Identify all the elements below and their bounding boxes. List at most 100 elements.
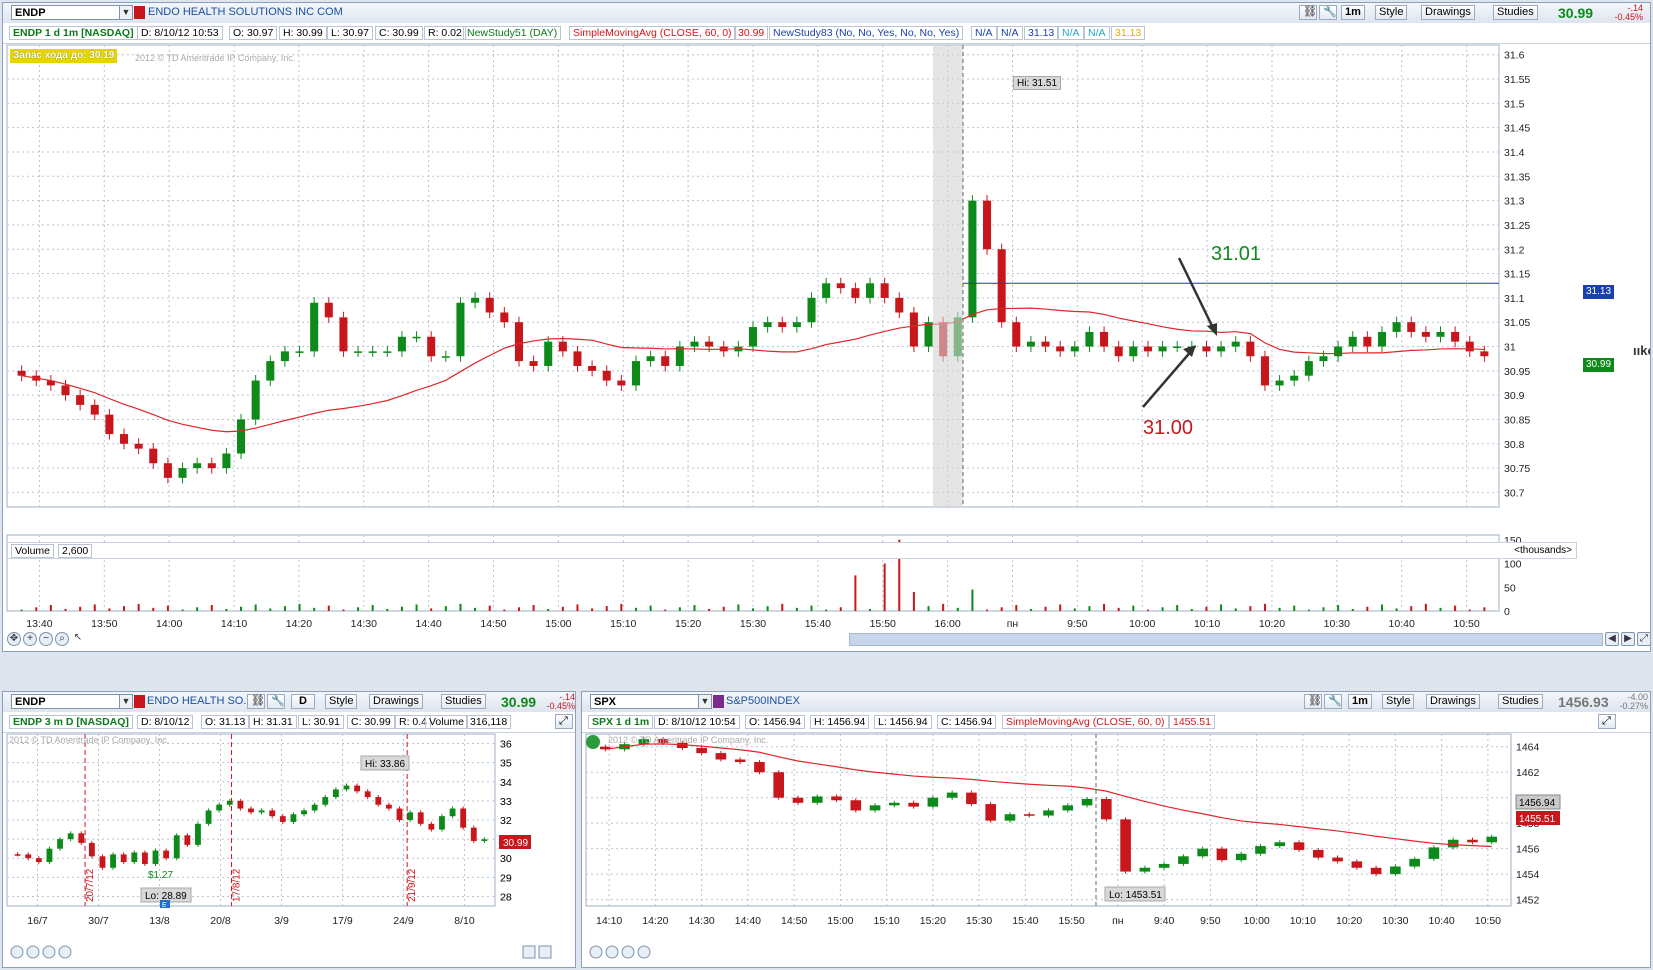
volume-bar (1146, 609, 1149, 611)
left-price-chart[interactable]: 36353433323130292816/730/713/820/83/917/… (3, 732, 576, 968)
scroll-right-icon[interactable]: ▶ (1621, 632, 1635, 646)
y-tick-label: 30.9 (1504, 390, 1525, 402)
candle-body (1348, 336, 1357, 347)
studies-button[interactable]: Studies (1493, 5, 1538, 20)
candle-body (1085, 331, 1094, 347)
left-studies-button[interactable]: Studies (441, 694, 486, 709)
zoom-out-icon[interactable]: − (39, 632, 53, 646)
cursor-icon[interactable]: ↖ (71, 632, 85, 646)
x-tick-label: 15:20 (920, 915, 946, 927)
right-studies-button[interactable]: Studies (1498, 694, 1543, 709)
interval-button[interactable]: 1m (1341, 5, 1365, 20)
right-sma-value: 1455.51 (1169, 715, 1215, 729)
expand-icon[interactable]: ⤢ (1637, 632, 1650, 646)
right-copyright-text: 2012 © TD Ameritrade IP Company, Inc. (608, 735, 769, 745)
volume-bar (1073, 608, 1076, 611)
candle-body (279, 816, 286, 822)
candle-body (1173, 346, 1182, 349)
x-tick-label: 14:40 (735, 915, 761, 927)
candle-body (131, 852, 138, 863)
volume-bar (854, 575, 857, 611)
candle-body (865, 283, 875, 298)
time-scrollbar[interactable] (849, 633, 1603, 646)
symbol-input[interactable]: ENDP (11, 5, 121, 20)
left-style-button[interactable]: Style (325, 694, 358, 709)
candle-body (544, 341, 553, 366)
right-date-cell: D: 8/10/12 10:54 (654, 715, 740, 729)
left-symbol-dropdown-icon[interactable]: ▼ (119, 694, 133, 709)
volume-bar (825, 609, 828, 611)
main-price-chart[interactable]: 31.6 31.55 31.5 31.45 31.4 31.35 31.3 31.25 31.2… (3, 43, 1651, 652)
event-date-label: 20/7/12 (85, 868, 96, 902)
right-drawings-button[interactable]: Drawings (1426, 694, 1480, 709)
volume-bar (400, 606, 403, 611)
candle-body (792, 797, 804, 803)
x-tick-label: 15:50 (1058, 915, 1084, 927)
right-chart-mode-icon[interactable]: ⤢ (1598, 714, 1616, 729)
candle-body (251, 380, 260, 420)
y-tick-label: 31.5 (1504, 98, 1525, 110)
right-interval-button[interactable]: 1m (1348, 694, 1372, 709)
candle-body (946, 792, 958, 798)
candle-body (1480, 351, 1489, 357)
volume-bar (64, 609, 67, 611)
magnifier-icon[interactable]: ⌕ (55, 632, 69, 646)
volume-bar (152, 607, 155, 611)
left-chart-mode-icon[interactable]: ⤢ (555, 714, 573, 729)
y-tick-label: 29 (500, 872, 512, 884)
right-symbol-input[interactable]: SPX (590, 694, 700, 709)
event-date-label: 17/8/12 (231, 868, 242, 902)
candle-body (1100, 331, 1109, 347)
left-symbol-input[interactable]: ENDP (11, 694, 121, 709)
right-link-icon[interactable]: ⛓ (1304, 694, 1322, 709)
zoom-in-icon (605, 945, 619, 959)
candle-body (14, 854, 21, 856)
volume-bar (474, 607, 477, 611)
zoom-out-icon (621, 945, 635, 959)
candle-body (134, 443, 143, 449)
drawings-button[interactable]: Drawings (1421, 5, 1475, 20)
left-volume-value: 316,118 (466, 715, 512, 729)
candle-body (99, 856, 106, 868)
x-tick-label: 10:30 (1324, 618, 1350, 630)
x-tick-label: 15:00 (827, 915, 853, 927)
left-interval-button[interactable]: D (291, 694, 315, 709)
scroll-left-icon[interactable]: ◀ (1605, 632, 1619, 646)
candle-body (343, 785, 350, 790)
pan-icon[interactable]: ✥ (7, 632, 21, 646)
pan-icon (589, 945, 603, 959)
annotation-3100: 31.00 (1143, 417, 1194, 439)
wrench-icon[interactable]: 🔧 (1319, 5, 1337, 20)
candle-body (529, 361, 538, 366)
left-wrench-icon[interactable]: 🔧 (267, 694, 285, 709)
left-link-icon[interactable]: ⛓ (247, 694, 265, 709)
x-tick-label: пн (1112, 915, 1124, 927)
left-drawings-button[interactable]: Drawings (369, 694, 423, 709)
link-icon[interactable]: ⛓ (1299, 5, 1317, 20)
right-style-button[interactable]: Style (1382, 694, 1415, 709)
candle-body (301, 810, 307, 815)
style-button[interactable]: Style (1375, 5, 1408, 20)
volume-bar (342, 609, 345, 611)
zoom-in-icon[interactable]: + (23, 632, 37, 646)
study83-label[interactable]: NewStudy83 (No, No, Yes, No, No, Yes) (769, 26, 964, 40)
y-tick-label: 31.15 (1504, 269, 1530, 281)
candle-body (1004, 814, 1016, 821)
candle-body (76, 395, 85, 405)
dividend-marker: $1.27 (148, 870, 173, 881)
right-price-chart[interactable]: 146414621460145814561454145214:1014:2014… (582, 732, 1651, 968)
sma-label[interactable]: SimpleMovingAvg (CLOSE, 60, 0) (569, 26, 736, 40)
candle-body (269, 810, 276, 817)
right-sma-label[interactable]: SimpleMovingAvg (CLOSE, 60, 0) (1002, 715, 1169, 729)
study-value-1: 31.13 (1024, 26, 1059, 40)
right-wrench-icon[interactable]: 🔧 (1324, 694, 1342, 709)
study51-label[interactable]: NewStudy51 (DAY) (463, 26, 562, 40)
candle-body (407, 812, 414, 820)
company-name: ENDO HEALTH SOLUTIONS INC COM (148, 6, 343, 18)
candle-body (295, 351, 304, 353)
symbol-dropdown-icon[interactable]: ▼ (119, 5, 133, 20)
main-chart-panel: ENDP ▼ ENDO HEALTH SOLUTIONS INC COM ⛓ 🔧… (2, 2, 1651, 652)
x-tick-label: пн (1007, 618, 1019, 630)
right-info-bar: SPX 1 d 1m D: 8/10/12 10:54 O: 1456.94 H… (582, 712, 1650, 733)
right-symbol-dropdown-icon[interactable]: ▼ (698, 694, 712, 709)
